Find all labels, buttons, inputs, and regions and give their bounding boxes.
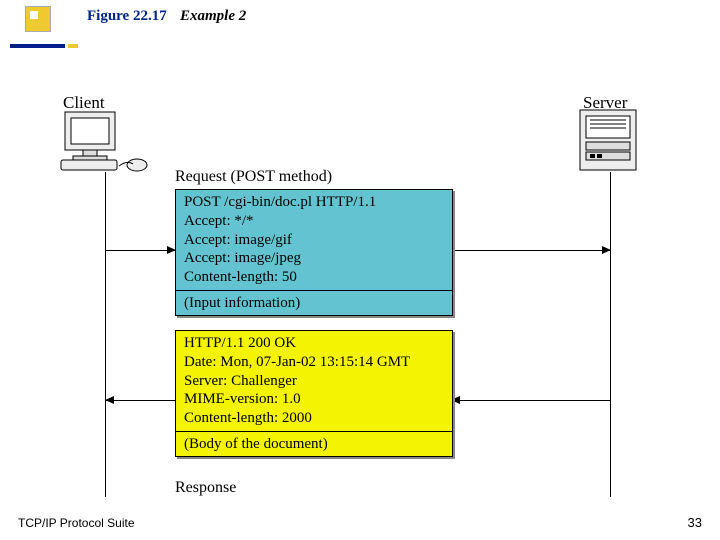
divider [176, 431, 452, 432]
request-line: Accept: image/gif [184, 231, 444, 250]
server-tower-icon [570, 108, 650, 172]
response-line: Content-length: 2000 [184, 409, 444, 428]
rule-blue [10, 44, 65, 48]
figure-number: Figure 22.17 [87, 8, 167, 25]
divider [176, 290, 452, 291]
page-number: 33 [688, 515, 702, 530]
request-arrow-left-segment [106, 250, 175, 251]
response-arrow-left-segment [106, 400, 175, 401]
request-body-note: (Input information) [184, 294, 444, 313]
request-line: Accept: */* [184, 212, 444, 231]
response-box: HTTP/1.1 200 OK Date: Mon, 07-Jan-02 13:… [175, 330, 453, 457]
response-line: Server: Challenger [184, 372, 444, 391]
response-line: Date: Mon, 07-Jan-02 13:15:14 GMT [184, 353, 444, 372]
client-computer-icon [55, 110, 155, 172]
response-line: MIME-version: 1.0 [184, 390, 444, 409]
request-line: POST /cgi-bin/doc.pl HTTP/1.1 [184, 193, 444, 212]
request-line: Accept: image/jpeg [184, 249, 444, 268]
client-lifeline [105, 172, 106, 497]
response-line: HTTP/1.1 200 OK [184, 334, 444, 353]
bullet-icon [25, 6, 51, 32]
server-lifeline [610, 172, 611, 497]
request-arrow-right-segment [452, 250, 610, 251]
response-caption: Response [175, 479, 236, 497]
footer-text: TCP/IP Protocol Suite [18, 516, 135, 530]
rule-gold [68, 44, 78, 48]
request-line: Content-length: 50 [184, 268, 444, 287]
request-caption: Request (POST method) [175, 168, 332, 186]
request-box: POST /cgi-bin/doc.pl HTTP/1.1 Accept: */… [175, 189, 453, 316]
figure-title: Example 2 [180, 8, 246, 25]
response-arrow-right-segment [452, 400, 610, 401]
response-body-note: (Body of the document) [184, 435, 444, 454]
